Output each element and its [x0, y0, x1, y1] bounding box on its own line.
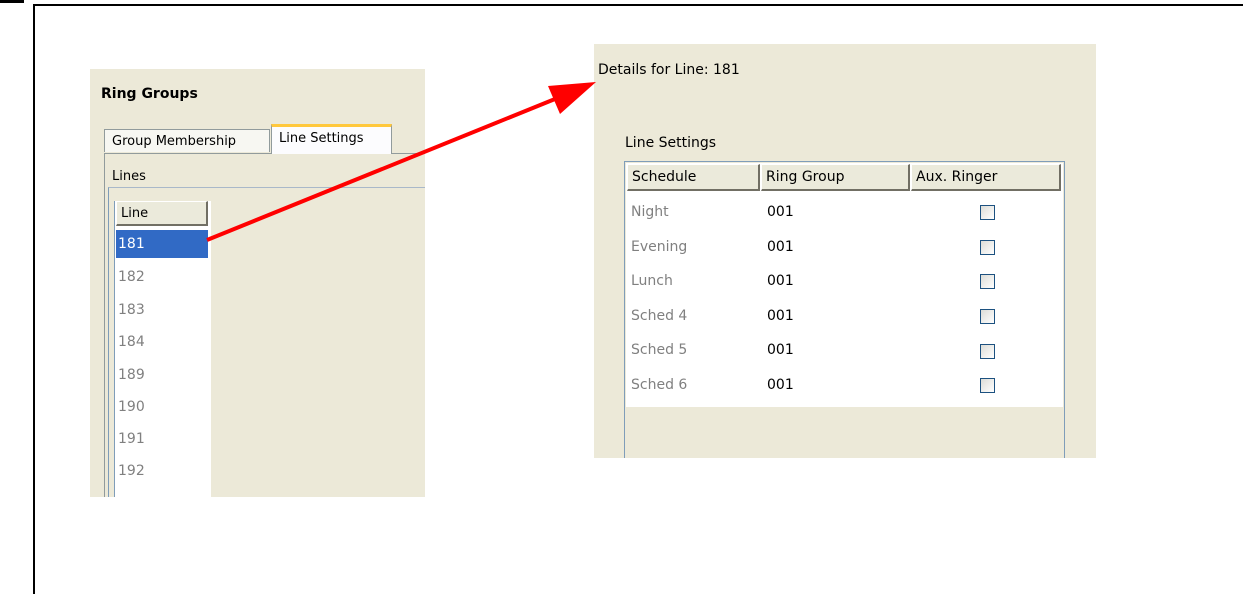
tab-line-settings[interactable]: Line Settings — [271, 124, 392, 154]
arrow-head-icon — [548, 82, 596, 114]
callout-arrow — [206, 82, 596, 242]
arrow-shaft — [206, 97, 556, 242]
